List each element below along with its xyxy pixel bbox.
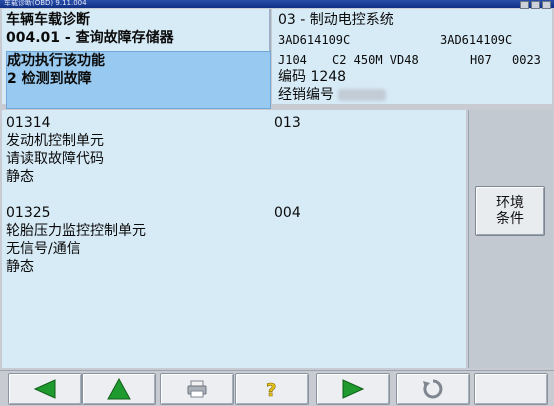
window-title: 车载诊断(OBD) 9.11.004 [4,0,87,7]
fault-code: 01314 [6,115,51,131]
dealer-label: 经销编号 [278,87,334,103]
system-name: 03 - 制动电控系统 [278,12,394,28]
environment-conditions-button[interactable]: 环境 条件 [475,186,545,236]
part-number-b: 3AD614109C [440,33,513,47]
arrow-up-icon [107,378,131,400]
arrow-right-icon [342,379,365,399]
part-number-a: 3AD614109C [278,33,351,47]
function-title: 004.01 - 查询故障存储器 [6,30,174,46]
back-button[interactable] [8,373,82,405]
fault-component: 轮胎压力监控控制单元 [6,223,146,239]
status-line-2: 2 检测到故障 [7,71,92,87]
minimize-button[interactable] [520,1,529,9]
printer-icon [187,380,207,398]
refresh-button[interactable] [396,373,470,405]
status-highlight: 成功执行该功能 2 检测到故障 [6,51,271,109]
coding-label: 编码 1248 [278,69,347,85]
help-icon: ? [266,380,277,399]
bottom-toolbar: ? [0,370,554,406]
fault-component: 发动机控制单元 [6,133,104,149]
help-button[interactable]: ? [235,373,309,405]
arrow-left-icon [33,379,56,399]
up-button[interactable] [82,373,156,405]
svg-text:?: ? [266,380,276,399]
spec-2: C2 450M VD48 [332,53,419,67]
diagnosis-header-panel: 车辆车载诊断 004.01 - 查询故障存储器 成功执行该功能 2 检测到故障 [2,9,271,109]
fault-count: 004 [274,205,301,221]
dealer-number: 经销编号 [278,87,387,103]
control-unit-info-panel: 03 - 制动电控系统 3AD614109C 3AD614109C J104 C… [272,9,552,104]
fault-description: 无信号/通信 [6,241,81,257]
fault-list: 01314 013 发动机控制单元 请读取故障代码 静态 01325 004 轮… [2,110,466,368]
page-title: 车辆车载诊断 [6,12,90,28]
fault-status: 静态 [6,259,34,275]
spec-4: 0023 [512,53,541,67]
spec-1: J104 [278,53,307,67]
redacted-value [338,89,387,101]
print-button[interactable] [160,373,234,405]
close-button[interactable] [542,1,551,9]
forward-button[interactable] [316,373,390,405]
window-titlebar: 车载诊断(OBD) 9.11.004 [0,0,554,9]
fault-status: 静态 [6,169,34,185]
empty-button[interactable] [474,373,548,405]
window-controls [520,1,551,9]
refresh-icon [423,379,443,399]
fault-count: 013 [274,115,301,131]
status-line-1: 成功执行该功能 [7,53,105,69]
maximize-button[interactable] [531,1,540,9]
fault-description: 请读取故障代码 [6,151,104,167]
side-panel: 环境 条件 [468,110,553,368]
spec-3: H07 [470,53,492,67]
fault-code: 01325 [6,205,51,221]
